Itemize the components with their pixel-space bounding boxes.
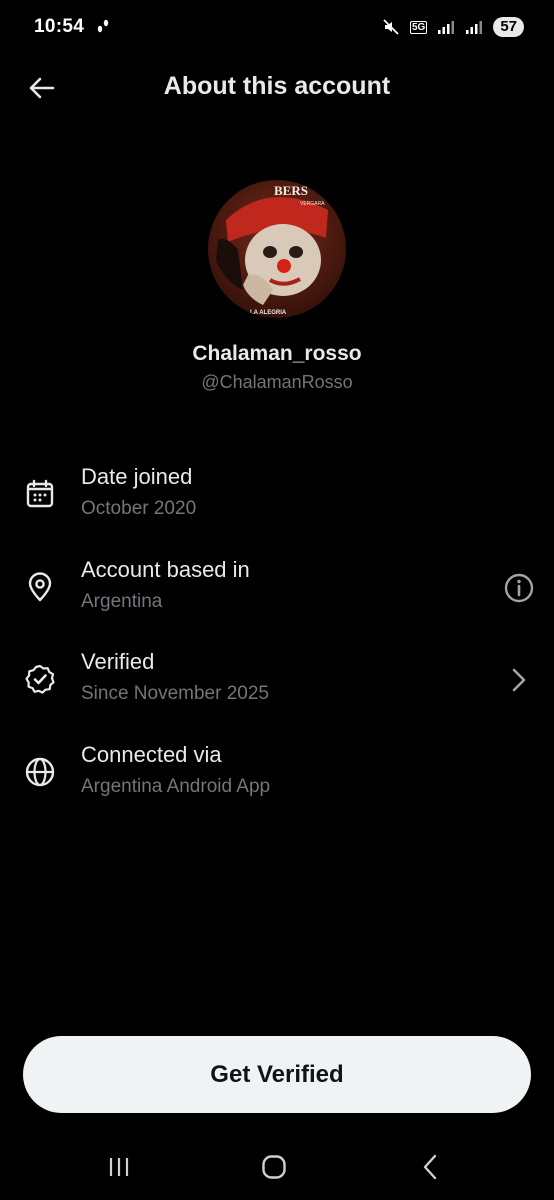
row-account-based-in: Account based in Argentina	[0, 557, 554, 627]
status-time: 10:54	[34, 16, 85, 37]
mute-icon	[383, 19, 399, 35]
system-back-icon	[423, 1154, 437, 1180]
chevron-right-icon	[512, 668, 526, 692]
system-back-button[interactable]	[410, 1149, 450, 1185]
network-type-badge: 5G	[409, 20, 428, 34]
home-icon	[262, 1155, 286, 1179]
row-verified[interactable]: Verified Since November 2025	[0, 649, 554, 719]
row-date-joined: Date joined October 2020	[0, 464, 554, 534]
footsteps-icon	[97, 19, 109, 33]
battery-indicator: 57	[493, 17, 524, 37]
verified-chevron-button[interactable]	[502, 663, 536, 697]
globe-icon	[25, 757, 55, 787]
avatar-image: BERS VERGARA LA ALEGRIA	[208, 180, 346, 318]
row-connected-via: Connected via Argentina Android App	[0, 742, 554, 812]
row-title: Account based in	[81, 557, 250, 582]
row-subtitle: Argentina Android App	[81, 776, 271, 797]
info-button[interactable]	[502, 571, 536, 605]
get-verified-button[interactable]: Get Verified	[23, 1036, 531, 1113]
avatar[interactable]: BERS VERGARA LA ALEGRIA	[208, 180, 346, 318]
recent-apps-icon	[109, 1158, 129, 1176]
status-left: 10:54	[34, 16, 112, 38]
handle: @ChalamanRosso	[201, 372, 353, 392]
info-icon	[504, 573, 534, 603]
calendar-icon	[26, 479, 54, 508]
row-subtitle: October 2020	[81, 498, 197, 519]
display-name: Chalaman_rosso	[192, 342, 362, 365]
system-nav-bar	[0, 1135, 554, 1200]
row-title: Date joined	[81, 464, 193, 489]
row-subtitle: Argentina	[81, 591, 163, 612]
signal-icon-2	[466, 21, 483, 34]
status-right: 5G 57	[382, 17, 524, 37]
recent-apps-button[interactable]	[99, 1149, 139, 1185]
home-button[interactable]	[254, 1149, 294, 1185]
status-bar: 10:54 5G 57	[0, 0, 554, 54]
avatar-text-sub: VERGARA	[300, 201, 325, 207]
row-title: Verified	[81, 649, 155, 674]
row-title: Connected via	[81, 742, 222, 767]
header: About this account	[0, 58, 554, 118]
row-subtitle: Since November 2025	[81, 683, 269, 704]
avatar-text-bottom: LA ALEGRIA	[250, 310, 287, 316]
avatar-text-top: BERS	[274, 183, 308, 198]
page-title: About this account	[163, 72, 391, 100]
verified-badge-icon	[25, 664, 55, 694]
signal-icon-1	[438, 21, 455, 34]
location-pin-icon	[28, 572, 52, 602]
